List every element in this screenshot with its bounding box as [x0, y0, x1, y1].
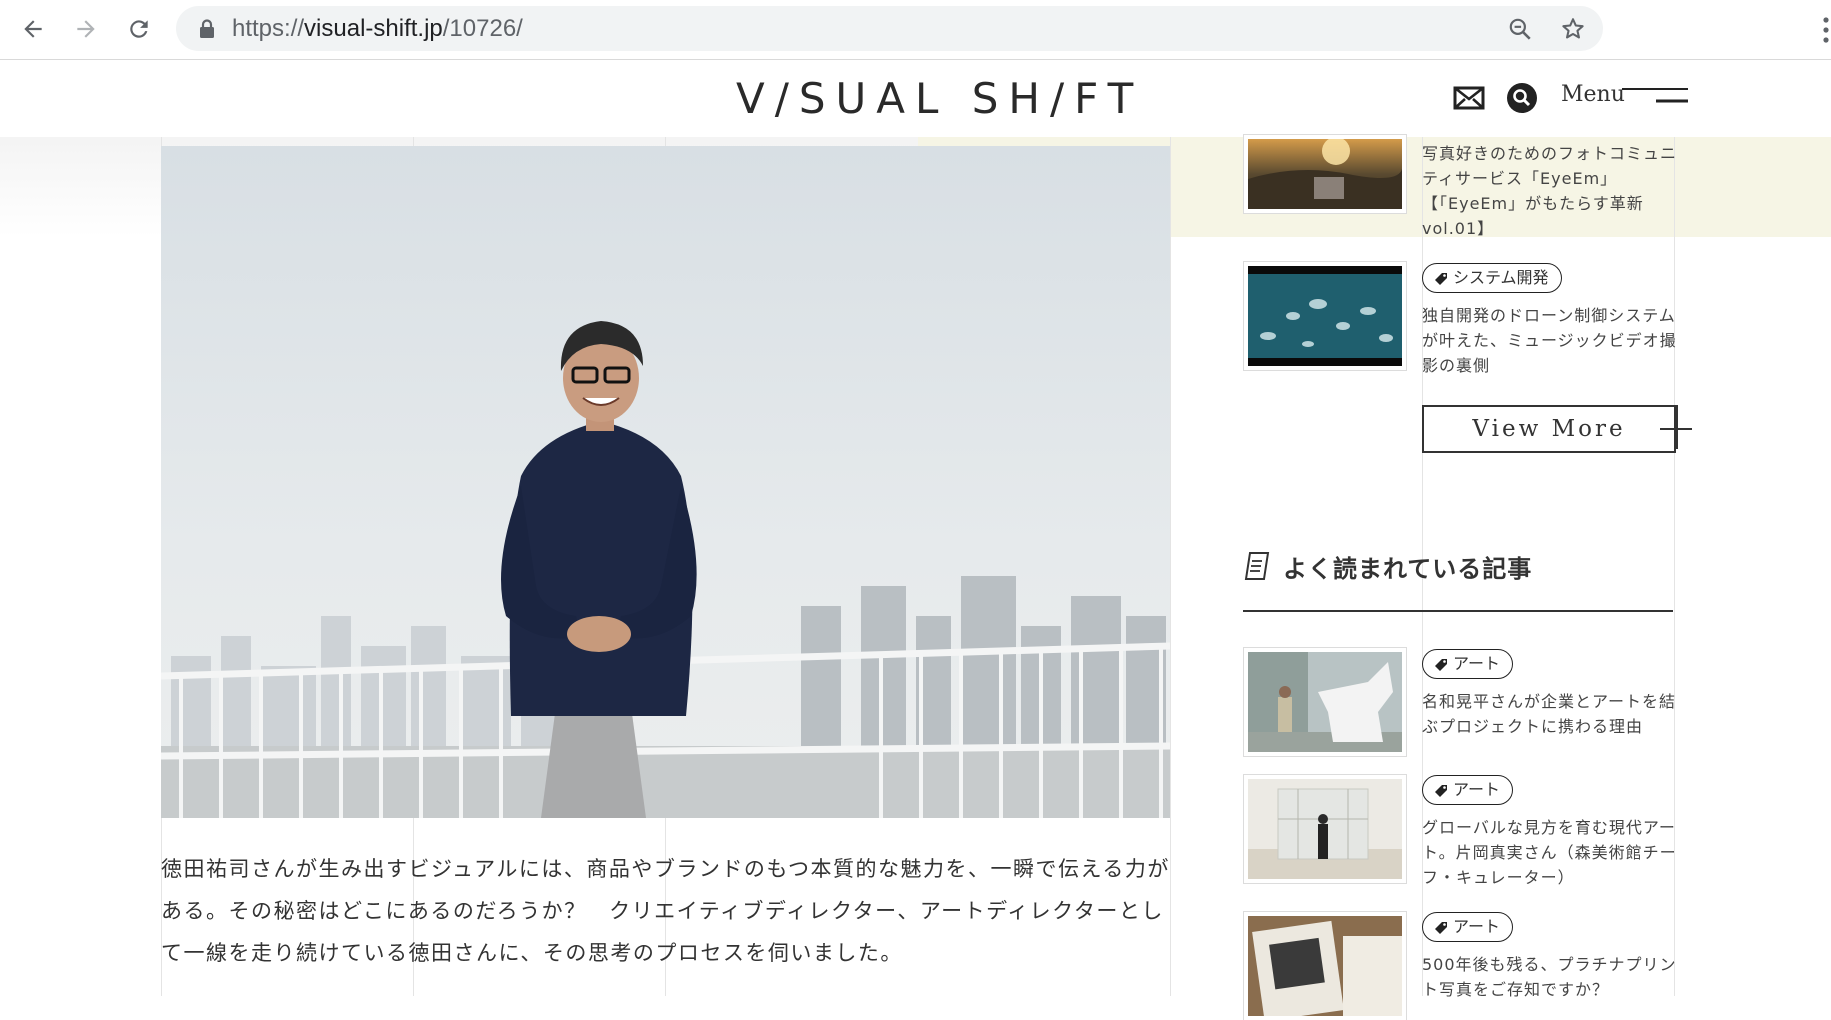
thumbnail-image-underwater: [1248, 266, 1402, 366]
category-tag[interactable]: アート: [1422, 912, 1514, 942]
article-title[interactable]: 独自開発のドローン制御システムが叶えた、ミュージックビデオ撮影の裏側: [1422, 303, 1677, 378]
menu-button[interactable]: Menu: [1561, 82, 1625, 107]
article-title[interactable]: 写真好きのためのフォトコミュニティサービス「EyeEm」【「EyeEm」がもたら…: [1422, 141, 1677, 241]
thumbnail-image-sculpture: [1248, 652, 1402, 752]
popular-section-title: よく読まれている記事: [1283, 555, 1533, 583]
back-arrow-icon: [24, 20, 42, 38]
tag-icon: [1435, 784, 1447, 797]
tag-icon: [1435, 658, 1447, 671]
tag-label: システム開発: [1453, 268, 1549, 287]
thumbnail-image-gallery: [1248, 779, 1402, 879]
url-host: visual-shift.jp: [304, 15, 443, 42]
tag-label: アート: [1453, 780, 1501, 799]
tag-label: アート: [1453, 654, 1501, 673]
article-title[interactable]: グローバルな見方を育む現代アート。片岡真実さん（森美術館チーフ・キュレーター）: [1422, 815, 1677, 890]
bookmark-star-icon[interactable]: [1560, 16, 1586, 42]
thumbnail-image-landscape: [1248, 139, 1402, 209]
url-text: https://visual-shift.jp/10726/: [232, 6, 523, 51]
section-divider: [1243, 610, 1673, 612]
site-logo[interactable]: V/SUAL SH/FT: [736, 74, 1143, 123]
hamburger-icon[interactable]: [1622, 86, 1688, 106]
browser-toolbar: https://visual-shift.jp/10726/: [0, 0, 1831, 60]
hero-image: [161, 146, 1170, 818]
hero-photo: [161, 146, 1170, 818]
reload-button[interactable]: [122, 12, 156, 46]
reload-icon: [130, 20, 148, 38]
address-bar[interactable]: https://visual-shift.jp/10726/: [176, 6, 1603, 51]
browser-menu-icon[interactable]: [1822, 16, 1830, 44]
article-thumbnail[interactable]: [1244, 912, 1406, 1020]
forward-button[interactable]: [69, 12, 103, 46]
zoom-icon[interactable]: [1507, 16, 1533, 42]
mail-icon[interactable]: [1453, 82, 1485, 114]
lock-icon: [200, 19, 214, 38]
article-thumbnail[interactable]: [1244, 775, 1406, 883]
url-path: /10726/: [442, 15, 523, 42]
url-scheme: https://: [232, 15, 305, 42]
article-title[interactable]: 名和晃平さんが企業とアートを結ぶプロジェクトに携わる理由: [1422, 689, 1677, 739]
article-intro: 徳田祐司さんが生み出すビジュアルには、商品やブランドのもつ本質的な魅力を、一瞬で…: [161, 857, 1170, 965]
plus-decoration: [1676, 405, 1678, 449]
category-tag[interactable]: アート: [1422, 775, 1514, 805]
document-icon: [1244, 552, 1270, 580]
tag-label: アート: [1453, 917, 1501, 936]
category-tag[interactable]: アート: [1422, 649, 1514, 679]
thumbnail-image-prints: [1248, 916, 1402, 1016]
article-title[interactable]: 500年後も残る、プラチナプリント写真をご存知ですか？: [1422, 952, 1677, 1002]
category-tag[interactable]: システム開発: [1422, 263, 1562, 293]
tag-icon: [1435, 921, 1447, 934]
article-thumbnail[interactable]: [1244, 262, 1406, 370]
forward-arrow-icon: [77, 20, 95, 38]
search-icon[interactable]: [1506, 82, 1538, 114]
tag-icon: [1435, 272, 1447, 285]
article-thumbnail[interactable]: [1244, 648, 1406, 756]
article-thumbnail[interactable]: [1244, 135, 1406, 213]
back-button[interactable]: [16, 12, 50, 46]
site-header: V/SUAL SH/FT Menu: [0, 60, 1831, 137]
view-more-button[interactable]: View More: [1422, 405, 1676, 453]
